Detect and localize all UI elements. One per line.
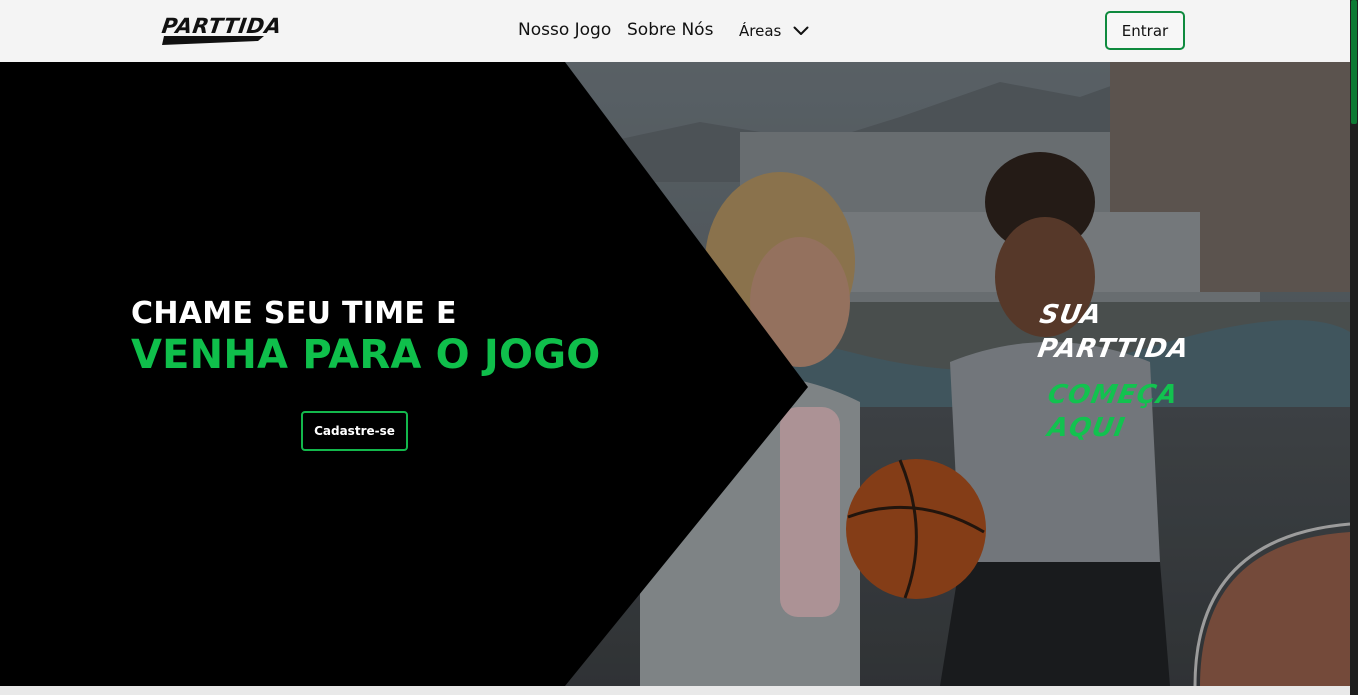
signup-button[interactable]: Cadastre-se: [301, 411, 408, 451]
hero-section: CHAME SEU TIME E VENHA PARA O JOGO Cadas…: [0, 62, 1350, 686]
page-bottom-edge: [0, 686, 1350, 695]
login-button[interactable]: Entrar: [1105, 11, 1185, 50]
nav-nosso-jogo[interactable]: Nosso Jogo: [518, 20, 611, 40]
site-header: PARTTIDA Nosso Jogo Sobre Nós Áreas Entr…: [0, 0, 1350, 62]
scrollbar-thumb[interactable]: [1351, 0, 1357, 124]
logo-text: PARTTIDA: [160, 14, 284, 38]
tagline-line2: PARTTIDA: [1035, 334, 1192, 364]
nav-areas-label: Áreas: [739, 22, 782, 40]
tagline-line3: COMEÇA: [1045, 380, 1181, 410]
tagline-line1: SUA: [1037, 300, 1105, 330]
page: PARTTIDA Nosso Jogo Sobre Nós Áreas Entr…: [0, 0, 1358, 695]
tagline-line4: AQUI: [1045, 413, 1128, 443]
hero-headline-line1: CHAME SEU TIME E: [131, 296, 457, 331]
nav-sobre-nos[interactable]: Sobre Nós: [627, 20, 713, 40]
hero-headline-line2: VENHA PARA O JOGO: [131, 332, 601, 378]
logo[interactable]: PARTTIDA: [160, 12, 283, 46]
chevron-down-icon: [793, 26, 809, 35]
nav-areas-dropdown[interactable]: Áreas: [739, 22, 809, 40]
